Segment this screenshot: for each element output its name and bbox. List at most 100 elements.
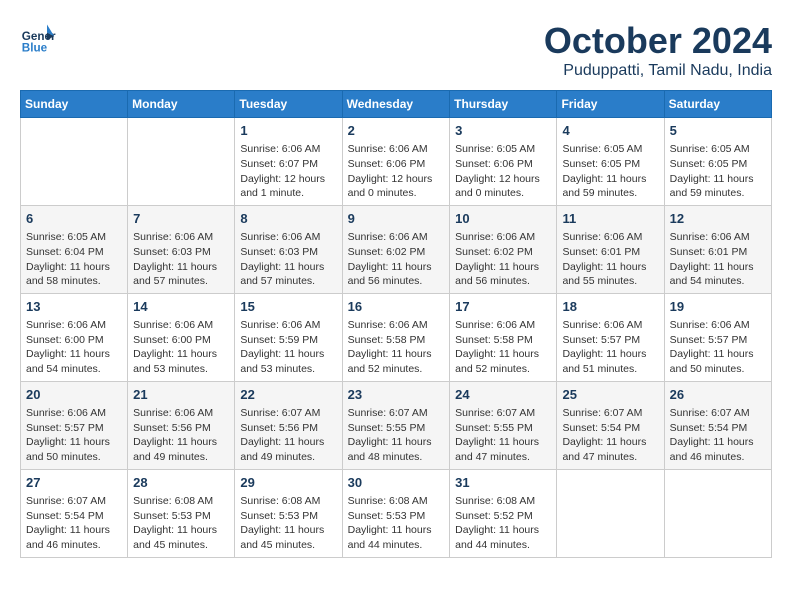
day-number: 6 <box>26 210 122 228</box>
header-day-thursday: Thursday <box>450 91 557 118</box>
week-row-5: 27Sunrise: 6:07 AM Sunset: 5:54 PM Dayli… <box>21 469 772 557</box>
day-info: Sunrise: 6:08 AM Sunset: 5:53 PM Dayligh… <box>348 494 445 553</box>
day-number: 21 <box>133 386 229 404</box>
calendar-cell: 30 Sunrise: 6:08 AM Sunset: 5:53 PM Dayli… <box>342 469 450 557</box>
header-day-friday: Friday <box>557 91 664 118</box>
day-number: 5 <box>670 122 766 140</box>
calendar-cell: 16Sunrise: 6:06 AM Sunset: 5:58 PM Dayli… <box>342 293 450 381</box>
svg-text:Blue: Blue <box>22 42 48 55</box>
calendar-cell: 18 Sunrise: 6:06 AM Sunset: 5:57 PM Dayli… <box>557 293 664 381</box>
calendar-table: SundayMondayTuesdayWednesdayThursdayFrid… <box>20 90 772 558</box>
calendar-cell: 19 Sunrise: 6:06 AM Sunset: 5:57 PM Dayli… <box>664 293 771 381</box>
header-day-monday: Monday <box>128 91 235 118</box>
calendar-cell: 7Sunrise: 6:06 AM Sunset: 6:03 PM Daylig… <box>128 205 235 293</box>
day-number: 8 <box>240 210 336 228</box>
week-row-1: 1 Sunrise: 6:06 AM Sunset: 6:07 PM Daylig… <box>21 118 772 206</box>
calendar-cell: 22 Sunrise: 6:07 AM Sunset: 5:56 PM Dayli… <box>235 381 342 469</box>
day-number: 9 <box>348 210 445 228</box>
logo-icon: General Blue <box>20 20 56 56</box>
calendar-cell: 23 Sunrise: 6:07 AM Sunset: 5:55 PM Dayli… <box>342 381 450 469</box>
day-info: Sunrise: 6:07 AM Sunset: 5:54 PM Dayligh… <box>670 406 766 465</box>
calendar-cell: 20 Sunrise: 6:06 AM Sunset: 5:57 PM Dayli… <box>21 381 128 469</box>
day-info: Sunrise: 6:08 AM Sunset: 5:53 PM Dayligh… <box>240 494 336 553</box>
day-number: 1 <box>240 122 336 140</box>
day-number: 22 <box>240 386 336 404</box>
day-number: 31 <box>455 474 551 492</box>
calendar-cell: 6Sunrise: 6:05 AM Sunset: 6:04 PM Daylig… <box>21 205 128 293</box>
day-info: Sunrise: 6:06 AM Sunset: 5:58 PM Dayligh… <box>348 318 445 377</box>
day-number: 20 <box>26 386 122 404</box>
calendar-cell: 11Sunrise: 6:06 AM Sunset: 6:01 PM Dayli… <box>557 205 664 293</box>
day-number: 25 <box>562 386 658 404</box>
day-info: Sunrise: 6:06 AM Sunset: 5:56 PM Dayligh… <box>133 406 229 465</box>
page-header: General Blue October 2024 Puduppatti, Ta… <box>20 20 772 80</box>
day-info: Sunrise: 6:06 AM Sunset: 6:00 PM Dayligh… <box>26 318 122 377</box>
day-info: Sunrise: 6:06 AM Sunset: 6:02 PM Dayligh… <box>455 230 551 289</box>
header-day-sunday: Sunday <box>21 91 128 118</box>
day-number: 3 <box>455 122 551 140</box>
calendar-cell: 8Sunrise: 6:06 AM Sunset: 6:03 PM Daylig… <box>235 205 342 293</box>
day-info: Sunrise: 6:08 AM Sunset: 5:52 PM Dayligh… <box>455 494 551 553</box>
day-number: 26 <box>670 386 766 404</box>
day-number: 14 <box>133 298 229 316</box>
day-info: Sunrise: 6:06 AM Sunset: 5:59 PM Dayligh… <box>240 318 336 377</box>
day-number: 10 <box>455 210 551 228</box>
day-number: 17 <box>455 298 551 316</box>
day-info: Sunrise: 6:07 AM Sunset: 5:55 PM Dayligh… <box>348 406 445 465</box>
title-block: October 2024 Puduppatti, Tamil Nadu, Ind… <box>544 20 772 80</box>
header-day-saturday: Saturday <box>664 91 771 118</box>
day-number: 13 <box>26 298 122 316</box>
day-number: 18 <box>562 298 658 316</box>
header-row: SundayMondayTuesdayWednesdayThursdayFrid… <box>21 91 772 118</box>
day-info: Sunrise: 6:06 AM Sunset: 5:57 PM Dayligh… <box>670 318 766 377</box>
calendar-cell <box>557 469 664 557</box>
day-info: Sunrise: 6:08 AM Sunset: 5:53 PM Dayligh… <box>133 494 229 553</box>
day-number: 27 <box>26 474 122 492</box>
day-number: 29 <box>240 474 336 492</box>
calendar-cell: 29 Sunrise: 6:08 AM Sunset: 5:53 PM Dayli… <box>235 469 342 557</box>
calendar-cell: 31 Sunrise: 6:08 AM Sunset: 5:52 PM Dayli… <box>450 469 557 557</box>
location-title: Puduppatti, Tamil Nadu, India <box>544 62 772 80</box>
day-info: Sunrise: 6:06 AM Sunset: 6:07 PM Dayligh… <box>240 142 336 201</box>
calendar-cell: 10 Sunrise: 6:06 AM Sunset: 6:02 PM Dayli… <box>450 205 557 293</box>
day-info: Sunrise: 6:07 AM Sunset: 5:54 PM Dayligh… <box>562 406 658 465</box>
day-info: Sunrise: 6:05 AM Sunset: 6:05 PM Dayligh… <box>670 142 766 201</box>
day-info: Sunrise: 6:06 AM Sunset: 5:58 PM Dayligh… <box>455 318 551 377</box>
calendar-cell <box>128 118 235 206</box>
calendar-cell: 21 Sunrise: 6:06 AM Sunset: 5:56 PM Dayli… <box>128 381 235 469</box>
day-info: Sunrise: 6:05 AM Sunset: 6:05 PM Dayligh… <box>562 142 658 201</box>
day-info: Sunrise: 6:05 AM Sunset: 6:06 PM Dayligh… <box>455 142 551 201</box>
day-number: 30 <box>348 474 445 492</box>
day-number: 19 <box>670 298 766 316</box>
day-info: Sunrise: 6:06 AM Sunset: 6:01 PM Dayligh… <box>562 230 658 289</box>
day-info: Sunrise: 6:07 AM Sunset: 5:56 PM Dayligh… <box>240 406 336 465</box>
day-info: Sunrise: 6:06 AM Sunset: 6:02 PM Dayligh… <box>348 230 445 289</box>
calendar-cell: 2Sunrise: 6:06 AM Sunset: 6:06 PM Daylig… <box>342 118 450 206</box>
calendar-cell: 4Sunrise: 6:05 AM Sunset: 6:05 PM Daylig… <box>557 118 664 206</box>
week-row-4: 20 Sunrise: 6:06 AM Sunset: 5:57 PM Dayli… <box>21 381 772 469</box>
day-number: 23 <box>348 386 445 404</box>
day-info: Sunrise: 6:06 AM Sunset: 6:06 PM Dayligh… <box>348 142 445 201</box>
calendar-cell: 3 Sunrise: 6:05 AM Sunset: 6:06 PM Daylig… <box>450 118 557 206</box>
calendar-cell: 27Sunrise: 6:07 AM Sunset: 5:54 PM Dayli… <box>21 469 128 557</box>
day-info: Sunrise: 6:06 AM Sunset: 5:57 PM Dayligh… <box>562 318 658 377</box>
logo: General Blue <box>20 20 56 56</box>
calendar-cell: 24 Sunrise: 6:07 AM Sunset: 5:55 PM Dayli… <box>450 381 557 469</box>
header-day-wednesday: Wednesday <box>342 91 450 118</box>
calendar-header: SundayMondayTuesdayWednesdayThursdayFrid… <box>21 91 772 118</box>
month-title: October 2024 <box>544 20 772 62</box>
day-number: 24 <box>455 386 551 404</box>
day-info: Sunrise: 6:06 AM Sunset: 6:03 PM Dayligh… <box>133 230 229 289</box>
day-number: 15 <box>240 298 336 316</box>
day-info: Sunrise: 6:06 AM Sunset: 6:01 PM Dayligh… <box>670 230 766 289</box>
calendar-cell: 12 Sunrise: 6:06 AM Sunset: 6:01 PM Dayli… <box>664 205 771 293</box>
day-info: Sunrise: 6:07 AM Sunset: 5:55 PM Dayligh… <box>455 406 551 465</box>
day-info: Sunrise: 6:06 AM Sunset: 6:00 PM Dayligh… <box>133 318 229 377</box>
day-number: 12 <box>670 210 766 228</box>
calendar-cell: 1 Sunrise: 6:06 AM Sunset: 6:07 PM Daylig… <box>235 118 342 206</box>
calendar-cell <box>664 469 771 557</box>
calendar-cell: 9 Sunrise: 6:06 AM Sunset: 6:02 PM Daylig… <box>342 205 450 293</box>
header-day-tuesday: Tuesday <box>235 91 342 118</box>
calendar-cell <box>21 118 128 206</box>
day-info: Sunrise: 6:06 AM Sunset: 5:57 PM Dayligh… <box>26 406 122 465</box>
